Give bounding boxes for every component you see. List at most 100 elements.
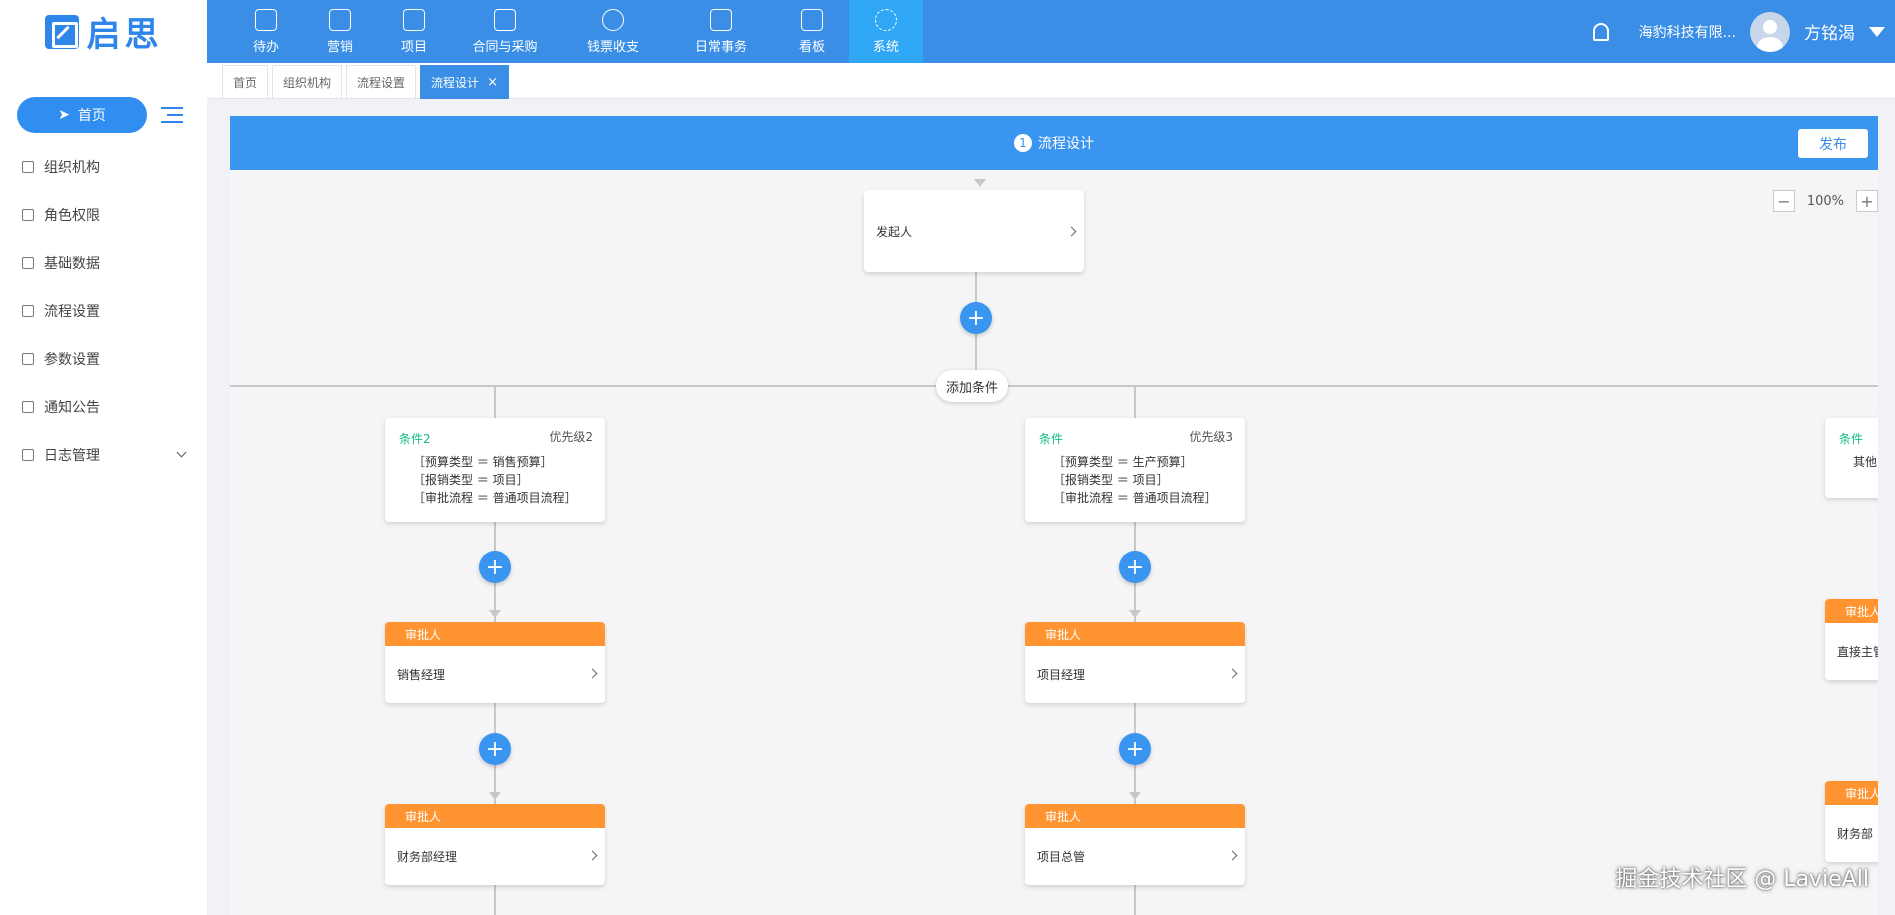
approver-name: 财务部经理 [397, 850, 458, 864]
approver-name: 项目总管 [1037, 850, 1086, 864]
condition-title: 条件 [1039, 432, 1064, 446]
chevron-right-icon [587, 668, 598, 679]
approver-node[interactable]: 审批人 直接主管 [1825, 599, 1878, 680]
nav-contract[interactable]: 合同与采购 [451, 0, 559, 63]
tab-workflow-settings[interactable]: 流程设置 [346, 65, 417, 99]
condition-node[interactable]: 条件 其他 [1825, 418, 1878, 498]
connector-arrow [974, 179, 986, 187]
approver-node[interactable]: 审批人 项目总管 [1025, 804, 1245, 885]
nav-daily[interactable]: 日常事务 [667, 0, 775, 63]
contract-icon [494, 8, 516, 31]
approver-header: 审批人 [1025, 622, 1245, 646]
condition-rule: ［审批流程 ＝ 普通项目流程］ [413, 491, 577, 505]
chevron-right-icon [587, 850, 598, 861]
chevron-right-icon [1227, 850, 1238, 861]
logo[interactable]: 启思 [0, 0, 207, 63]
sidebar-item-notice[interactable]: 通知公告 [0, 383, 207, 431]
sidebar-item-label: 流程设置 [44, 304, 100, 320]
tab-label: 流程设计 [431, 75, 480, 90]
nav-project[interactable]: 项目 [377, 0, 451, 63]
sidebar-item-org[interactable]: 组织机构 [0, 143, 207, 191]
zoom-out-button[interactable]: − [1772, 190, 1795, 212]
sidebar-item-label: 通知公告 [44, 400, 100, 416]
sidebar-item-basedata[interactable]: 基础数据 [0, 239, 207, 287]
sidebar-item-roles[interactable]: 角色权限 [0, 191, 207, 239]
nav-label: 合同与采购 [472, 39, 538, 55]
nav-todo[interactable]: 待办 [229, 0, 303, 63]
tab-label: 流程设置 [357, 75, 406, 90]
connector-arrow [1129, 792, 1141, 800]
approver-node[interactable]: 审批人 财务部 [1825, 781, 1878, 862]
tab-org[interactable]: 组织机构 [272, 65, 343, 99]
sidebar-item-logs[interactable]: 日志管理 [0, 431, 207, 479]
approver-name: 销售经理 [397, 668, 446, 682]
sidebar-item-label: 参数设置 [44, 352, 100, 368]
condition-rule: ［报销类型 ＝ 项目］ [413, 473, 529, 487]
add-node-button[interactable]: + [960, 302, 992, 334]
workflow-canvas[interactable]: 1 流程设计 发布 − 100% + 发起人 + 添加条件 条件2 优先级2 ［… [230, 116, 1878, 915]
approver-header: 审批人 [385, 622, 605, 646]
approver-header: 审批人 [385, 804, 605, 828]
approver-header: 审批人 [1825, 599, 1878, 623]
tab-home[interactable]: 首页 [222, 65, 269, 99]
start-node[interactable]: 发起人 [864, 190, 1084, 272]
condition-rule: ［预算类型 ＝ 生产预算］ [1053, 455, 1193, 469]
step-indicator: 1 流程设计 [230, 116, 1878, 170]
nav-marketing[interactable]: 营销 [303, 0, 377, 63]
caret-down-icon[interactable] [1869, 26, 1885, 37]
sidebar-item-label: 基础数据 [44, 256, 100, 272]
step-label: 流程设计 [1038, 136, 1094, 152]
nav-finance[interactable]: 钱票收支 [559, 0, 667, 63]
org-icon [22, 161, 34, 173]
logo-icon [44, 14, 79, 49]
bell-icon[interactable] [1592, 22, 1609, 41]
board-icon [801, 8, 823, 31]
nav-label: 钱票收支 [586, 39, 639, 55]
sidebar-item-label: 组织机构 [44, 160, 100, 176]
role-icon [22, 209, 34, 221]
tab-workflow-design[interactable]: 流程设计 × [420, 65, 509, 99]
condition-rule: ［报销类型 ＝ 项目］ [1053, 473, 1169, 487]
add-node-button[interactable]: + [1119, 551, 1151, 583]
approver-node[interactable]: 审批人 财务部经理 [385, 804, 605, 885]
condition-rule: ［预算类型 ＝ 销售预算］ [413, 455, 553, 469]
gear-icon [875, 8, 897, 31]
condition-node[interactable]: 条件 优先级3 ［预算类型 ＝ 生产预算］ ［报销类型 ＝ 项目］ ［审批流程 … [1025, 418, 1245, 522]
condition-priority: 优先级3 [1189, 430, 1233, 444]
company-selector[interactable]: 海豹科技有限... [1639, 22, 1736, 42]
add-node-button[interactable]: + [479, 733, 511, 765]
nav-system[interactable]: 系统 [849, 0, 923, 63]
sidebar-item-params[interactable]: 参数设置 [0, 335, 207, 383]
menu-collapse-icon[interactable] [161, 106, 183, 124]
nav-label: 项目 [400, 39, 427, 55]
add-node-button[interactable]: + [1119, 733, 1151, 765]
username[interactable]: 方铭渴 [1804, 19, 1855, 44]
nav-label: 日常事务 [694, 39, 747, 55]
condition-priority: 优先级2 [549, 430, 593, 444]
sidebar-item-label: 角色权限 [44, 208, 100, 224]
avatar[interactable] [1750, 11, 1790, 52]
watermark: 掘金技术社区 @ LavieAll [1615, 867, 1869, 892]
approver-node[interactable]: 审批人 项目经理 [1025, 622, 1245, 703]
add-node-button[interactable]: + [479, 551, 511, 583]
document-icon [403, 8, 425, 31]
condition-title: 条件 [1839, 432, 1864, 446]
condition-node[interactable]: 条件2 优先级2 ［预算类型 ＝ 销售预算］ ［报销类型 ＝ 项目］ ［审批流程… [385, 418, 605, 522]
home-button[interactable]: ➤ 首页 [17, 97, 147, 133]
add-condition-button[interactable]: 添加条件 [936, 370, 1009, 402]
close-icon[interactable]: × [487, 75, 498, 90]
home-button-label: 首页 [77, 108, 106, 124]
condition-title: 条件2 [399, 432, 431, 446]
sliders-icon [22, 353, 34, 365]
nav-label: 待办 [252, 39, 279, 55]
step-number: 1 [1014, 134, 1032, 152]
approver-node[interactable]: 审批人 销售经理 [385, 622, 605, 703]
zoom-in-button[interactable]: + [1856, 190, 1878, 212]
publish-button[interactable]: 发布 [1798, 129, 1868, 158]
sidebar-item-workflow[interactable]: 流程设置 [0, 287, 207, 335]
nav-dashboard[interactable]: 看板 [775, 0, 849, 63]
sidebar-item-label: 日志管理 [44, 448, 100, 464]
approver-name: 财务部 [1837, 827, 1874, 841]
workflow-icon [22, 305, 34, 317]
nav-label: 系统 [872, 39, 899, 55]
